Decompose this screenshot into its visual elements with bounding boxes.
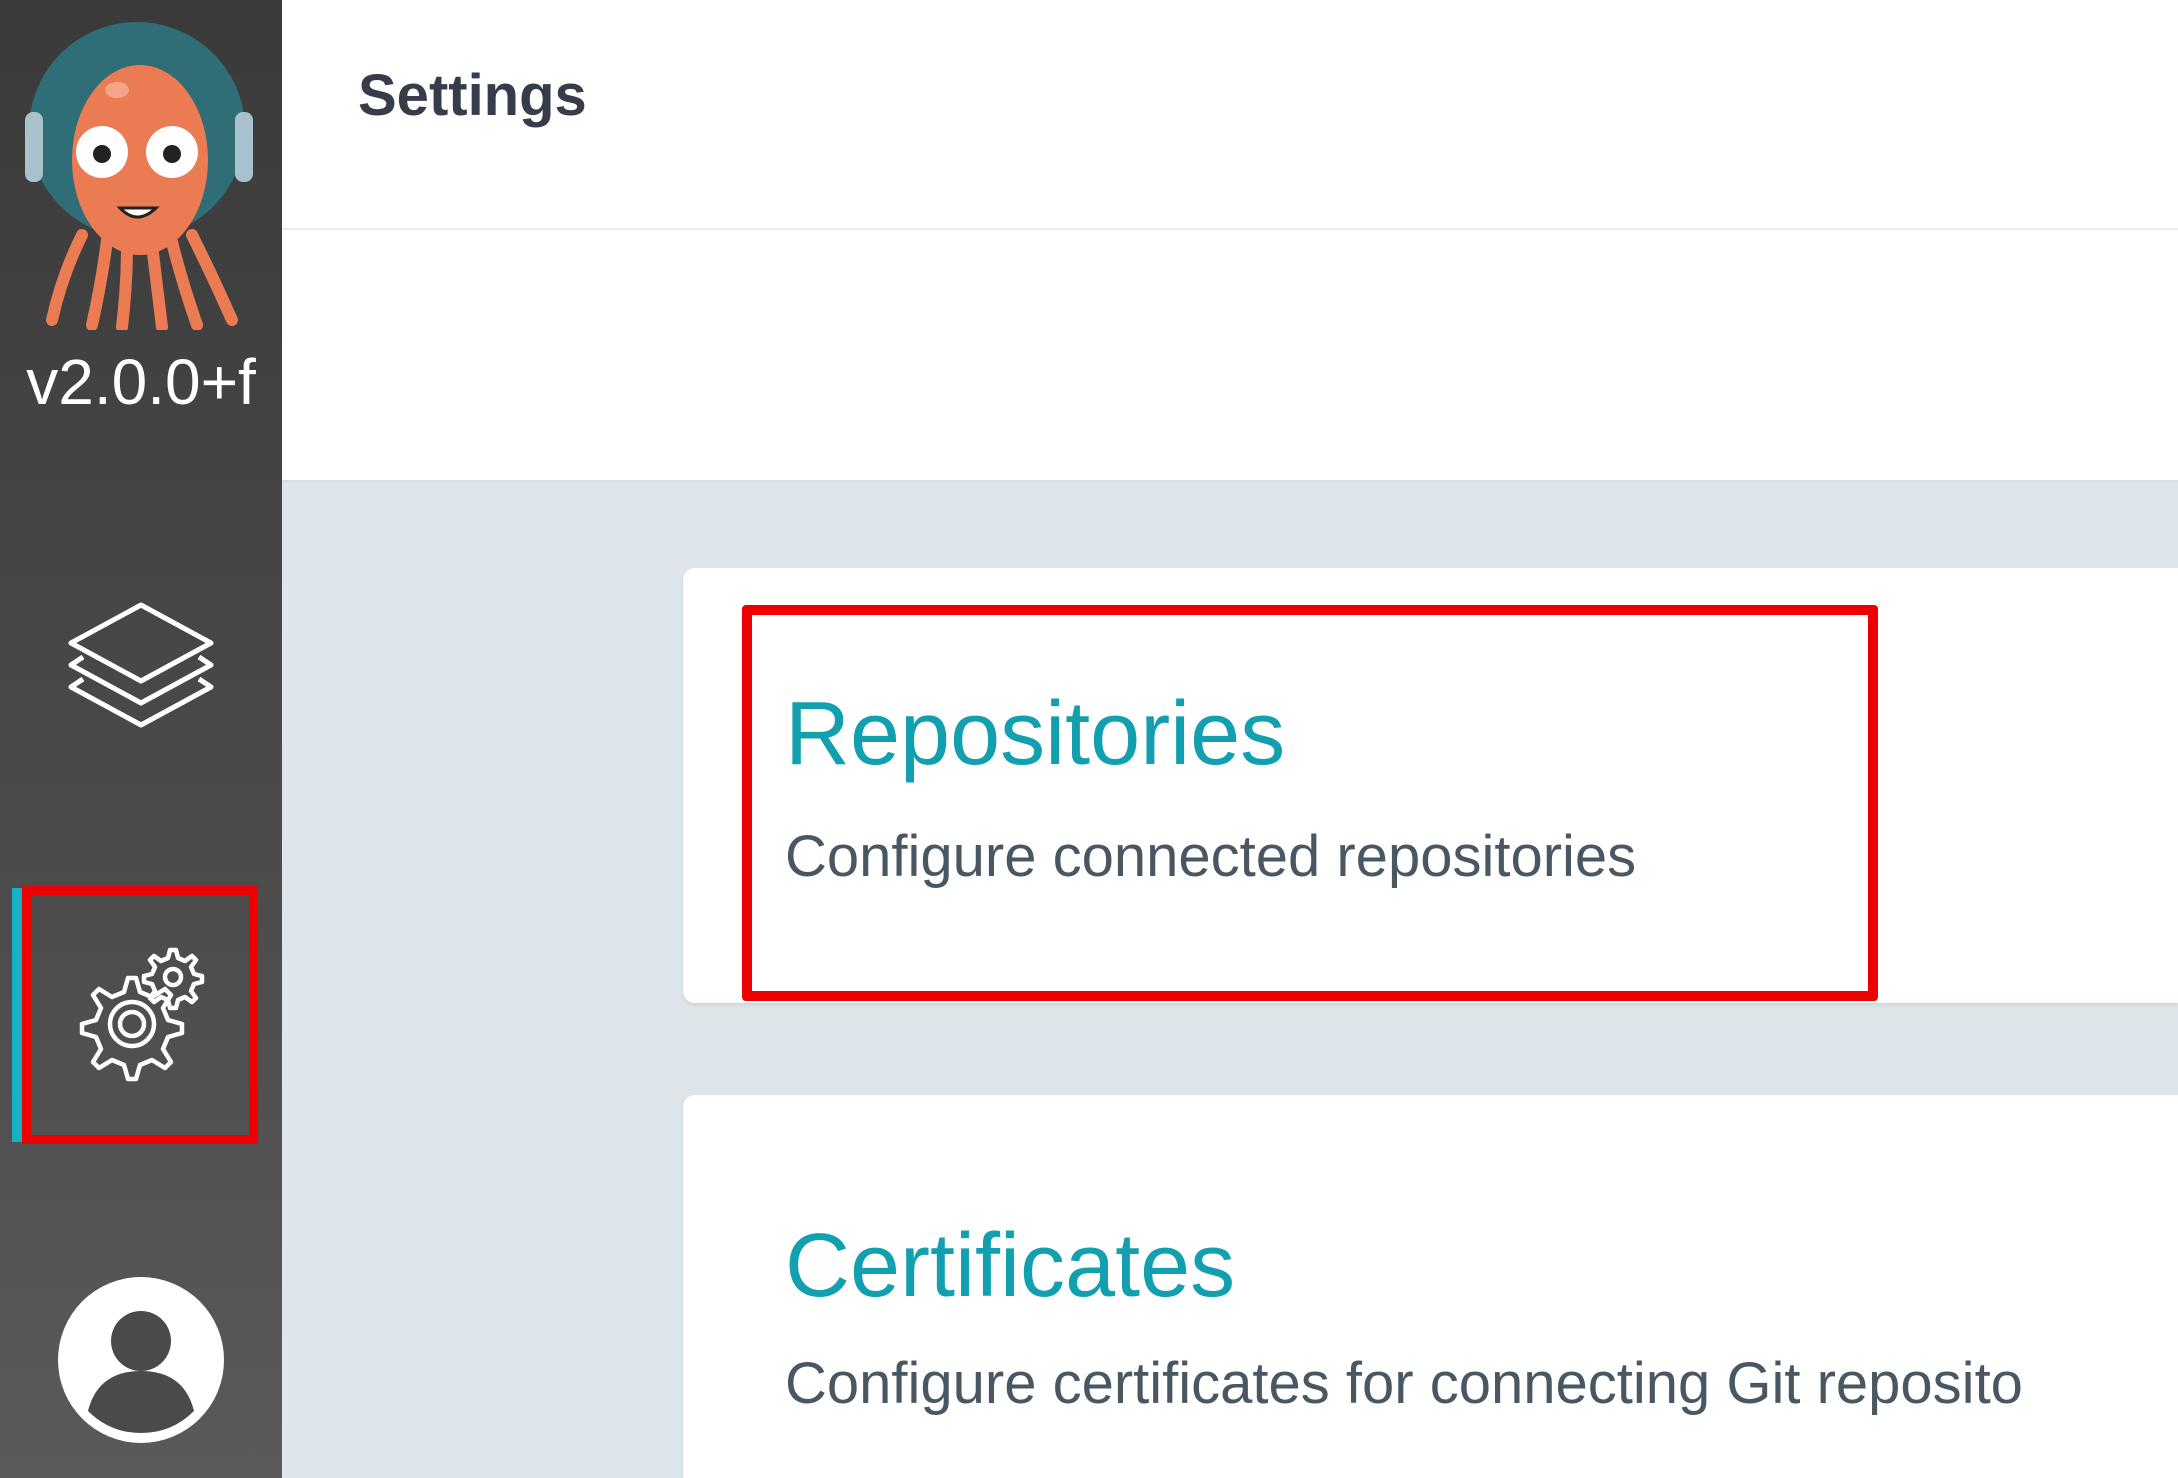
sidebar-item-user-info[interactable] <box>0 1265 282 1455</box>
card-description: Configure certificates for connecting Gi… <box>785 1351 2023 1416</box>
settings-card-repositories[interactable]: Repositories Configure connected reposit… <box>683 568 2178 1003</box>
page-header: Settings <box>282 0 2178 230</box>
settings-card-certificates[interactable]: Certificates Configure certificates for … <box>683 1095 2178 1478</box>
card-description: Configure connected repositories <box>785 824 1637 889</box>
card-title[interactable]: Certificates <box>785 1215 1235 1318</box>
argo-logo[interactable] <box>22 20 260 330</box>
layers-icon <box>68 602 214 728</box>
page-title: Settings <box>358 63 587 128</box>
user-avatar-icon <box>58 1277 224 1443</box>
sidebar-item-applications[interactable] <box>0 580 282 760</box>
card-title[interactable]: Repositories <box>785 683 1285 786</box>
toolbar-area <box>282 230 2178 482</box>
sidebar: v2.0.0+f <box>0 0 282 1478</box>
version-label: v2.0.0+f <box>26 346 256 418</box>
settings-highlight-box <box>22 886 258 1144</box>
